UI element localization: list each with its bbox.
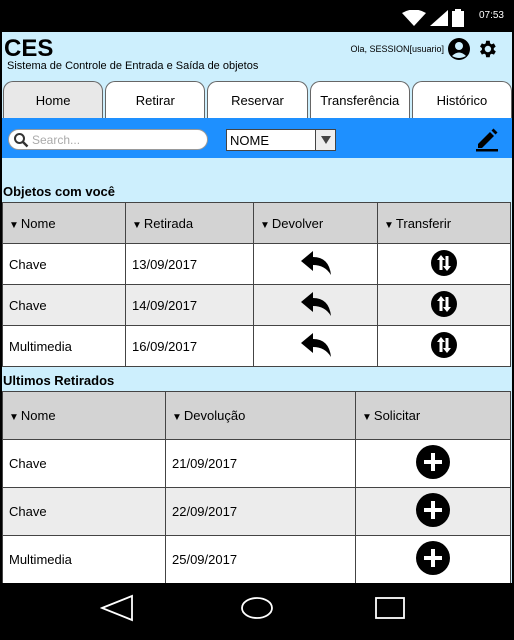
transfer-icon[interactable]	[431, 249, 457, 276]
item-date: 16/09/2017	[125, 325, 254, 367]
item-date: 25/09/2017	[165, 535, 356, 583]
android-nav-bar	[2, 583, 512, 638]
tab-historico[interactable]: Histórico	[411, 81, 512, 118]
return-arrow-icon[interactable]	[299, 332, 333, 358]
app-screen: CES Sistema de Controle de Entrada e Saí…	[2, 32, 512, 583]
table-row: Chave 21/09/2017	[2, 439, 511, 488]
search-icon	[14, 132, 29, 147]
table-header-row: ▼ Nome ▼ Devolução ▼ Solicitar	[2, 391, 511, 440]
app-subtitle: Sistema de Controle de Entrada e Saída d…	[7, 60, 259, 72]
add-circle-icon[interactable]	[416, 493, 450, 527]
transfer-icon[interactable]	[431, 290, 457, 317]
filter-select-value: NOME	[230, 132, 269, 148]
sort-down-icon: ▼	[384, 219, 394, 231]
signal-icon	[430, 10, 448, 26]
filter-select[interactable]: NOME	[226, 129, 336, 151]
sort-down-icon: ▼	[172, 412, 182, 423]
item-name: Multimedia	[2, 325, 126, 367]
tab-bar: Home Retirar Reservar Transferência Hist…	[2, 81, 512, 118]
sort-down-icon: ▼	[362, 412, 372, 423]
column-header[interactable]: ▼ Retirada	[125, 202, 254, 244]
item-name: Chave	[2, 487, 166, 536]
wifi-icon	[402, 10, 426, 26]
item-name: Chave	[2, 284, 126, 326]
back-button[interactable]	[99, 593, 135, 623]
table-header-row: ▼ Nome ▼ Retirada ▼ Devolver ▼ Transferir	[2, 202, 511, 244]
column-header[interactable]: ▼ Nome	[2, 202, 126, 244]
objects-table: ▼ Nome ▼ Retirada ▼ Devolver ▼ Transferir Ch…	[2, 202, 511, 367]
section-title-objects: Objetos com você	[3, 184, 115, 199]
gear-icon[interactable]	[476, 38, 498, 60]
phone-frame: 07:53 CES Sistema de Controle de Entrada…	[0, 0, 514, 640]
return-arrow-icon[interactable]	[299, 291, 333, 317]
status-time: 07:53	[478, 10, 504, 21]
tab-transferencia[interactable]: Transferência	[309, 81, 410, 118]
search-box	[8, 129, 208, 150]
column-header[interactable]: ▼ Devolver	[253, 202, 378, 244]
section-title-recent: Ultimos Retirados	[3, 373, 115, 388]
home-button[interactable]	[239, 593, 275, 623]
sort-down-icon: ▼	[9, 219, 19, 231]
tab-home[interactable]: Home	[3, 81, 104, 118]
search-toolbar: NOME	[2, 118, 512, 158]
column-header[interactable]: ▼ Devolução	[165, 391, 356, 440]
sort-down-icon: ▼	[9, 412, 19, 423]
account-icon[interactable]	[448, 38, 470, 60]
transfer-icon[interactable]	[431, 331, 457, 358]
tab-reservar[interactable]: Reservar	[207, 81, 308, 118]
chevron-down-icon[interactable]	[315, 130, 335, 150]
status-icons	[402, 8, 464, 28]
item-date: 14/09/2017	[125, 284, 254, 326]
recents-button[interactable]	[372, 593, 408, 623]
column-header[interactable]: ▼ Solicitar	[355, 391, 511, 440]
item-date: 21/09/2017	[165, 439, 356, 488]
sort-down-icon: ▼	[132, 219, 142, 231]
column-header[interactable]: ▼ Transferir	[377, 202, 511, 244]
item-date: 13/09/2017	[125, 243, 254, 285]
table-row: Multimedia 16/09/2017	[2, 325, 511, 367]
status-bar: 07:53	[2, 2, 512, 32]
home-circle-icon	[241, 597, 273, 619]
add-circle-icon[interactable]	[416, 445, 450, 479]
table-row: Chave 14/09/2017	[2, 284, 511, 326]
recent-table: ▼ Nome ▼ Devolução ▼ Solicitar Chave 21/09/…	[2, 391, 511, 583]
app-title: CES	[4, 35, 54, 62]
add-circle-icon[interactable]	[416, 541, 450, 575]
battery-icon	[452, 9, 464, 27]
user-greeting: Ola, SESSION[usuario]	[350, 44, 444, 54]
sort-down-icon: ▼	[260, 219, 270, 231]
column-header[interactable]: ▼ Nome	[2, 391, 166, 440]
return-arrow-icon[interactable]	[299, 250, 333, 276]
edit-icon[interactable]	[474, 126, 500, 152]
back-triangle-icon	[100, 594, 133, 622]
item-name: Chave	[2, 439, 166, 488]
item-date: 22/09/2017	[165, 487, 356, 536]
recents-square-icon	[375, 597, 405, 619]
table-row: Multimedia 25/09/2017	[2, 535, 511, 583]
item-name: Multimedia	[2, 535, 166, 583]
tab-retirar[interactable]: Retirar	[105, 81, 206, 118]
table-row: Chave 13/09/2017	[2, 243, 511, 285]
search-input[interactable]	[32, 132, 192, 147]
table-row: Chave 22/09/2017	[2, 487, 511, 536]
item-name: Chave	[2, 243, 126, 285]
